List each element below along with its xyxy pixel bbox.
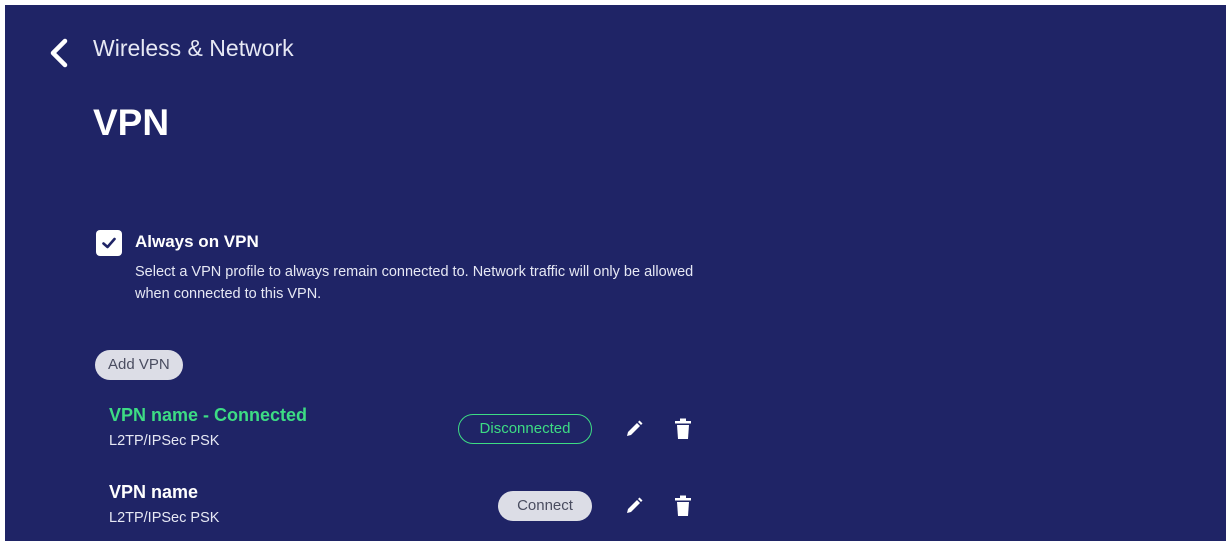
pencil-icon xyxy=(627,420,643,436)
edit-vpn-button[interactable] xyxy=(621,493,647,519)
vpn-settings-screen: Wireless & Network VPN Always on VPN Sel… xyxy=(5,5,1226,541)
back-button[interactable] xyxy=(41,35,77,71)
disconnect-button[interactable]: Disconnected xyxy=(458,414,592,444)
vpn-type: L2TP/IPSec PSK xyxy=(109,433,220,449)
vpn-type: L2TP/IPSec PSK xyxy=(109,510,220,526)
trash-icon xyxy=(675,418,691,439)
always-on-vpn-description: Select a VPN profile to always remain co… xyxy=(135,264,694,302)
breadcrumb[interactable]: Wireless & Network xyxy=(93,33,294,63)
vpn-list-item[interactable]: VPN name L2TP/IPSec PSK Connect xyxy=(109,480,729,536)
always-on-vpn-label[interactable]: Always on VPN xyxy=(135,230,259,254)
always-on-vpn-checkbox[interactable] xyxy=(96,230,122,256)
checkmark-icon xyxy=(102,237,116,249)
page-title: VPN xyxy=(93,102,170,143)
vpn-name: VPN name - Connected xyxy=(109,405,308,425)
pencil-icon xyxy=(627,497,643,513)
delete-vpn-button[interactable] xyxy=(670,416,696,442)
edit-vpn-button[interactable] xyxy=(621,416,647,442)
delete-vpn-button[interactable] xyxy=(670,493,696,519)
trash-icon xyxy=(675,495,691,516)
vpn-name: VPN name xyxy=(109,482,199,502)
vpn-list-item[interactable]: VPN name - Connected L2TP/IPSec PSK Disc… xyxy=(109,403,729,459)
chevron-left-icon xyxy=(50,38,68,68)
connect-button[interactable]: Connect xyxy=(498,491,592,521)
add-vpn-button[interactable]: Add VPN xyxy=(95,350,183,380)
